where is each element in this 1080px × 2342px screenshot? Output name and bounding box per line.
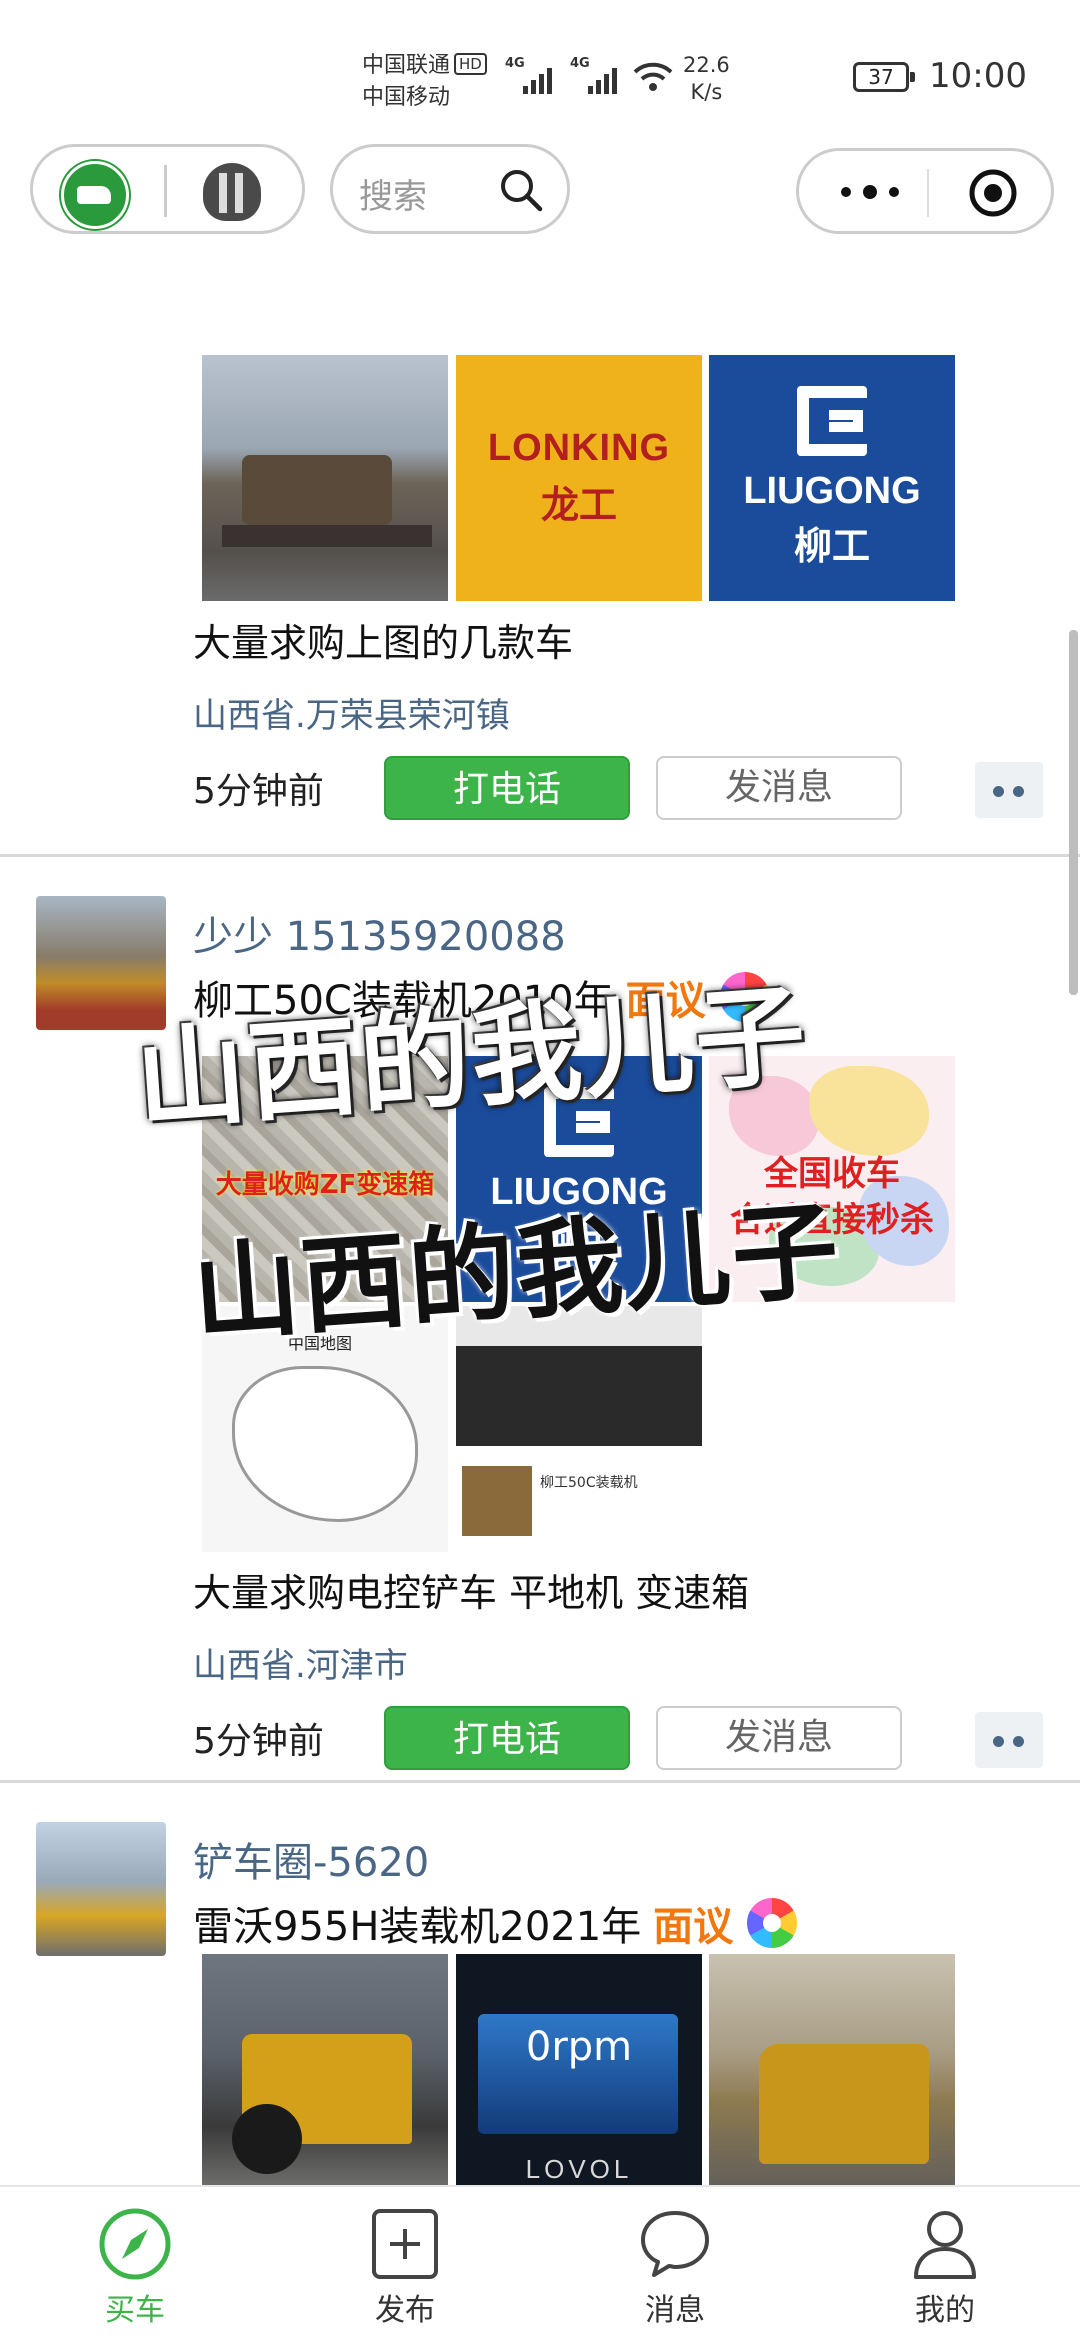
photo-caption: 0rpm: [525, 2024, 633, 2070]
liugong-logo-cn: 柳工: [793, 524, 870, 568]
aperture-icon: [747, 1898, 798, 1948]
listing-card[interactable]: LONKING 龙工 LIUGONG 柳工 大量求购上图的几款车 山西省.万荣县…: [0, 250, 1080, 856]
liugong-logo-text: LIUGONG: [743, 470, 921, 512]
more-options-icon[interactable]: [975, 762, 1043, 818]
search-icon[interactable]: [498, 167, 544, 213]
liugong-logo-icon: [797, 386, 867, 456]
search-box[interactable]: 搜索: [330, 144, 570, 234]
clock: 10:00: [929, 56, 1027, 96]
listing-feed[interactable]: LONKING 龙工 LIUGONG 柳工 大量求购上图的几款车 山西省.万荣县…: [0, 250, 1080, 2185]
price-label: 面议: [653, 1904, 734, 1950]
emblem-logo-icon[interactable]: [203, 163, 261, 221]
listing-location: 山西省.万荣县荣河镇: [193, 696, 510, 736]
speed-unit: K/s: [690, 80, 723, 104]
close-miniprogram-icon[interactable]: [967, 167, 1019, 219]
compass-icon: [99, 2208, 171, 2280]
photo-caption: LOVOL: [525, 2154, 633, 2184]
miniprogram-capsule: [796, 148, 1054, 234]
photo-caption: 柳工50C装载机: [540, 1475, 638, 1491]
call-button[interactable]: 打电话: [384, 756, 630, 820]
loader-logo-icon[interactable]: [61, 161, 129, 229]
wifi-icon: [633, 62, 673, 91]
listing-time: 5分钟前: [193, 771, 324, 812]
listing-time: 5分钟前: [193, 1721, 324, 1762]
lonking-logo-cn: 龙工: [540, 483, 617, 527]
message-button[interactable]: 发消息: [656, 756, 902, 820]
listing-description: 大量求购电控铲车 平地机 变速箱: [193, 1571, 750, 1615]
divider: [164, 165, 167, 217]
listing-photo[interactable]: [202, 355, 448, 601]
listing-photo[interactable]: [202, 1954, 448, 2185]
user-icon: [914, 2211, 976, 2279]
hd-badge: HD: [454, 53, 487, 75]
listing-location: 山西省.河津市: [193, 1646, 408, 1686]
call-button[interactable]: 打电话: [384, 1706, 630, 1770]
carrier-2: 中国移动: [362, 85, 451, 110]
listing-photo[interactable]: 柳工50C装载机: [456, 1306, 702, 1552]
listing-photo[interactable]: 0rpm LOVOL: [456, 1954, 702, 2185]
tab-label: 我的: [915, 2293, 975, 2328]
status-bar: 中国联通 HD 中国移动 4G 4G 22.6 K/s 37 10:00: [0, 0, 1080, 140]
listing-card[interactable]: 少少 15135920088 柳工50C装载机2010年 面议 大量收购ZF变速箱…: [0, 856, 1080, 1782]
more-icon[interactable]: [835, 175, 905, 209]
capsule-divider: [927, 169, 929, 217]
more-options-icon[interactable]: [975, 1712, 1043, 1768]
brand-switcher[interactable]: [30, 144, 305, 234]
tab-publish[interactable]: 发布: [305, 2187, 505, 2342]
search-placeholder: 搜索: [359, 177, 427, 217]
tab-label: 发布: [375, 2293, 435, 2328]
listing-title-text: 雷沃955H装载机2021年: [193, 1904, 642, 1950]
avatar[interactable]: [36, 1822, 166, 1956]
network-speed: 22.6 K/s: [683, 52, 730, 106]
lonking-logo-text: LONKING: [487, 427, 671, 469]
bottom-tab-bar: 买车 发布 消息 我的: [0, 2185, 1080, 2342]
carrier-1: 中国联通: [362, 53, 451, 78]
net-type-1: 4G: [505, 56, 525, 71]
listing-description: 大量求购上图的几款车: [193, 621, 574, 665]
scrollbar[interactable]: [1069, 630, 1078, 995]
listing-title[interactable]: 雷沃955H装载机2021年 面议: [193, 1894, 798, 1952]
add-icon: [372, 2209, 438, 2279]
seller-name[interactable]: 少少 15135920088: [193, 904, 566, 962]
listing-card[interactable]: 铲车圈-5620 雷沃955H装载机2021年 面议 0rpm LOVOL: [0, 1782, 1080, 2185]
net-type-2: 4G: [570, 56, 590, 71]
tab-buy[interactable]: 买车: [35, 2187, 235, 2342]
listing-photo[interactable]: LONKING 龙工: [456, 355, 702, 601]
message-button[interactable]: 发消息: [656, 1706, 902, 1770]
seller-name[interactable]: 铲车圈-5620: [193, 1830, 429, 1888]
tab-label: 消息: [645, 2293, 705, 2328]
tab-mine[interactable]: 我的: [845, 2187, 1045, 2342]
listing-photo[interactable]: LIUGONG 柳工: [709, 355, 955, 601]
chat-bubble-icon: [641, 2211, 709, 2277]
tab-messages[interactable]: 消息: [575, 2187, 775, 2342]
carrier-info: 中国联通 HD 中国移动: [362, 50, 487, 114]
listing-photo[interactable]: [709, 1954, 955, 2185]
speed-value: 22.6: [683, 53, 730, 77]
battery-icon: 37: [853, 62, 915, 92]
tab-label: 买车: [105, 2293, 165, 2328]
